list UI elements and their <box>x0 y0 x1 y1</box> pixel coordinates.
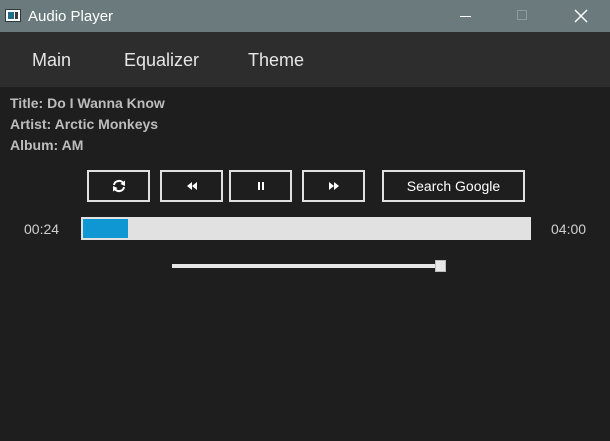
menu-item-main[interactable]: Main <box>32 50 71 71</box>
search-google-button[interactable]: Search Google <box>382 170 525 202</box>
previous-button[interactable] <box>160 170 223 202</box>
repeat-icon <box>112 179 125 193</box>
maximize-button[interactable] <box>494 0 552 32</box>
title-bar: Audio Player <box>0 0 610 32</box>
rewind-icon <box>186 182 197 190</box>
playback-progress-bar[interactable] <box>81 217 531 240</box>
pause-button[interactable] <box>229 170 292 202</box>
audio-player-app-icon <box>5 9 21 22</box>
menu-item-equalizer[interactable]: Equalizer <box>124 50 199 71</box>
track-artist: Artist: Arctic Monkeys <box>10 116 159 132</box>
next-button[interactable] <box>302 170 365 202</box>
window-title: Audio Player <box>28 8 114 25</box>
volume-slider[interactable] <box>172 264 442 268</box>
close-icon <box>574 9 588 23</box>
fast-forward-icon <box>328 182 339 190</box>
minimize-button[interactable] <box>436 0 494 32</box>
track-album: Album: AM <box>10 137 84 153</box>
current-time: 00:24 <box>24 221 60 237</box>
volume-slider-thumb[interactable] <box>435 260 446 272</box>
repeat-button[interactable] <box>87 170 150 202</box>
track-title: Title: Do I Wanna Know <box>10 95 165 111</box>
close-button[interactable] <box>552 0 610 32</box>
menu-item-theme[interactable]: Theme <box>248 50 304 71</box>
pause-icon <box>257 182 264 190</box>
track-duration: 04:00 <box>551 221 587 237</box>
menu-bar: Main Equalizer Theme <box>0 32 610 87</box>
playback-progress-fill <box>83 219 128 238</box>
